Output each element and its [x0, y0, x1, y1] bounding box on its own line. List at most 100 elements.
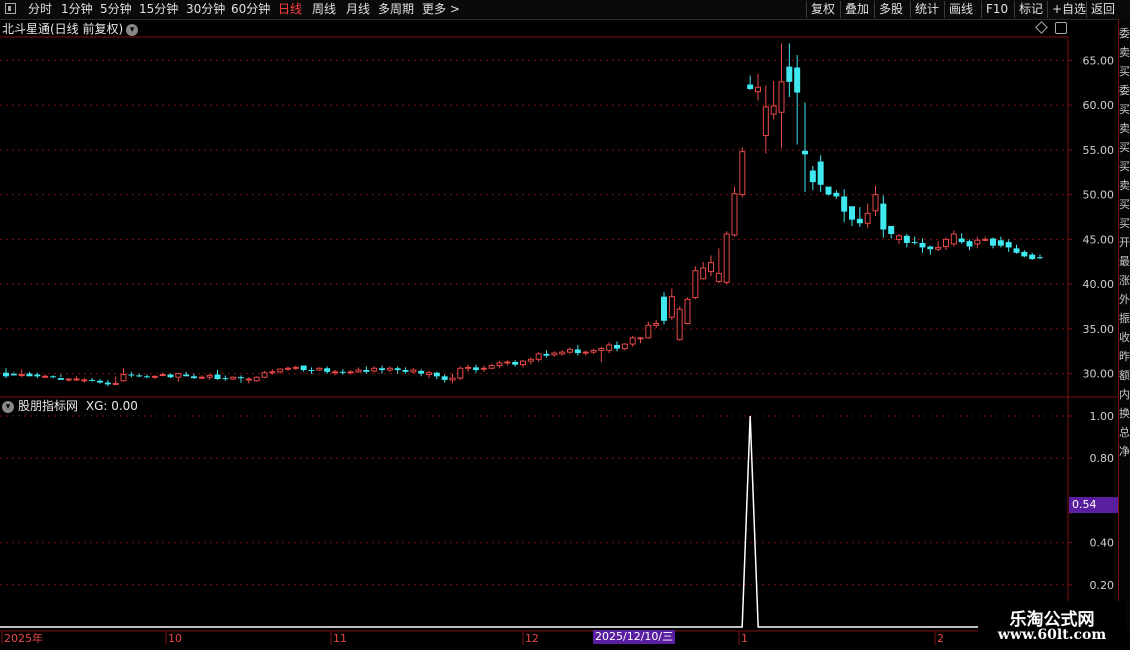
candle — [731, 186, 738, 237]
candle — [990, 237, 996, 249]
candle — [371, 366, 378, 373]
candle — [292, 365, 299, 371]
y-tick-label: 65.00 — [1083, 54, 1115, 67]
candle-body — [465, 366, 472, 369]
candle — [629, 336, 636, 347]
candle-body — [316, 367, 323, 371]
candle-body — [183, 374, 190, 377]
x-tick-label: 2 — [937, 632, 944, 645]
candle — [543, 350, 550, 358]
candle-body — [723, 233, 730, 283]
candle — [253, 376, 260, 382]
candle — [308, 367, 315, 374]
side-label: 买 — [1119, 160, 1130, 173]
candle-body — [371, 367, 378, 372]
candle — [872, 185, 879, 217]
y-tick-label: 40.00 — [1083, 278, 1115, 291]
candle — [903, 234, 910, 248]
candle — [473, 364, 479, 373]
candle — [668, 288, 675, 320]
side-label: 买 — [1119, 198, 1130, 211]
candle — [700, 261, 707, 280]
candle — [206, 373, 213, 380]
candle — [692, 266, 699, 300]
candle — [410, 368, 417, 374]
candle — [739, 147, 746, 198]
candle — [222, 375, 229, 381]
candle-body — [449, 377, 456, 381]
indicator-y-tick-label: 0.40 — [1090, 537, 1115, 550]
candle — [770, 80, 777, 120]
candle-body — [42, 375, 49, 378]
candle-body — [26, 373, 33, 377]
indicator-header: ▾ 股朋指标网 XG: 0.00 — [2, 399, 138, 413]
candle-body — [535, 353, 542, 360]
candle-body — [300, 365, 307, 371]
candle-body — [849, 206, 855, 220]
chart-canvas[interactable]: 65.00 60.00 55.00 50.00 45.00 40.00 35.00 30.00… — [0, 0, 1118, 650]
side-label: 卖 — [1119, 122, 1130, 135]
candle-body — [402, 370, 409, 372]
candle — [175, 372, 182, 382]
candle-body — [120, 374, 127, 382]
candle-body — [778, 81, 785, 113]
candle — [261, 370, 268, 379]
y-tick-label: 55.00 — [1083, 144, 1115, 157]
side-label: 买 — [1119, 65, 1130, 78]
candle — [42, 374, 49, 378]
candle-body — [974, 239, 981, 245]
candle — [911, 236, 918, 245]
candle — [982, 236, 989, 242]
candle — [715, 248, 722, 284]
candle-body — [426, 372, 432, 376]
candle-body — [590, 349, 597, 353]
chevron-down-icon[interactable]: ▾ — [2, 400, 14, 413]
candle-body — [363, 370, 370, 372]
y-tick-label: 60.00 — [1083, 99, 1115, 112]
candle-body — [708, 262, 714, 273]
candle — [864, 203, 871, 228]
candle — [958, 233, 965, 244]
candle — [606, 342, 613, 354]
candle — [888, 225, 895, 239]
candle — [285, 366, 291, 371]
candle-body — [65, 378, 72, 381]
candle-body — [198, 376, 205, 379]
candle — [65, 378, 72, 382]
candle — [1021, 250, 1028, 258]
candle-body — [418, 370, 425, 374]
candle — [488, 363, 495, 370]
candle-body — [825, 186, 832, 195]
candle — [332, 370, 338, 376]
candle-body — [128, 374, 135, 376]
candle-body — [1021, 251, 1028, 257]
candle — [496, 361, 503, 369]
candle-body — [990, 238, 996, 246]
candle-body — [559, 351, 566, 355]
candle — [833, 190, 840, 200]
candle — [355, 367, 362, 373]
candle-body — [598, 348, 605, 351]
candle-body — [661, 296, 667, 321]
y-tick-label: 45.00 — [1083, 233, 1115, 246]
side-label: 买 — [1119, 103, 1130, 116]
candle — [198, 375, 205, 379]
side-label: 开 — [1119, 236, 1130, 249]
candle — [480, 365, 487, 372]
candle — [794, 55, 801, 145]
candle — [551, 351, 558, 357]
candle-body — [911, 242, 918, 244]
candle-body — [794, 67, 801, 93]
candle-body — [1013, 248, 1020, 253]
side-label: 买 — [1119, 217, 1130, 230]
candle-body — [802, 150, 808, 155]
candle — [1013, 244, 1020, 254]
x-tick-label: 10 — [168, 632, 182, 645]
candle-body — [684, 298, 691, 325]
candle-body — [81, 379, 88, 382]
indicator-series-label: XG: 0.00 — [85, 399, 138, 413]
watermark-url: www.60lt.com — [997, 627, 1107, 643]
candle — [151, 375, 158, 379]
side-label: 外 — [1119, 293, 1130, 306]
candle — [57, 374, 64, 380]
